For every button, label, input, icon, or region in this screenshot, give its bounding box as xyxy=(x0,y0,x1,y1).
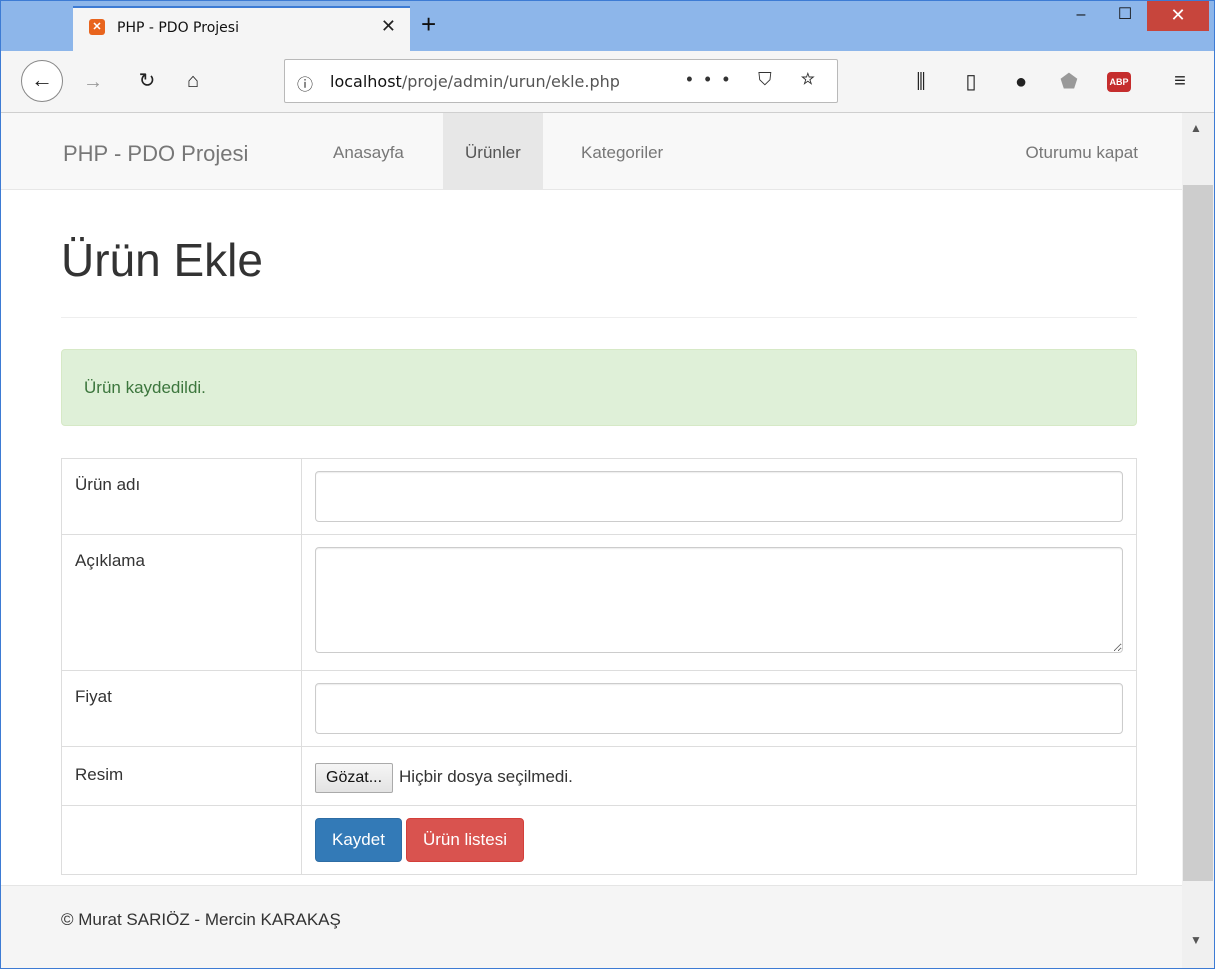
navigation-toolbar: ← → ↻ ⌂ ⓘ localhost/proje/admin/urun/ekl… xyxy=(1,51,1214,113)
name-label: Ürün adı xyxy=(61,458,302,535)
product-list-button[interactable]: Ürün listesi xyxy=(405,818,525,862)
success-alert: Ürün kaydedildi. xyxy=(61,349,1137,426)
logout-link[interactable]: Oturumu kapat xyxy=(1004,113,1160,189)
image-cell: Gözat... Hiçbir dosya seçilmedi. xyxy=(301,746,1137,806)
home-icon[interactable]: ⌂ xyxy=(179,69,207,93)
page-title: Ürün Ekle xyxy=(61,234,263,286)
name-cell xyxy=(301,458,1137,535)
description-cell xyxy=(301,534,1137,671)
price-label: Fiyat xyxy=(61,670,302,747)
footer: © Murat SARIÖZ - Mercin KARAKAŞ xyxy=(1,885,1182,968)
file-status: Hiçbir dosya seçilmedi. xyxy=(399,767,573,786)
page-actions-icon[interactable]: ••• ⛉ ☆ xyxy=(686,69,827,90)
shield-icon[interactable]: ⬟ xyxy=(1055,70,1083,94)
maximize-button[interactable]: ☐ xyxy=(1103,1,1147,31)
library-icon[interactable]: ⫼ xyxy=(907,70,935,94)
scroll-down-icon[interactable]: ▼ xyxy=(1190,933,1202,947)
price-input[interactable] xyxy=(315,683,1123,734)
url-host: localhost xyxy=(330,72,402,91)
title-bar: ✕ PHP - PDO Projesi ✕ + ‒ ☐ ✕ xyxy=(1,1,1214,51)
vertical-scrollbar[interactable]: ▲ ▼ xyxy=(1182,113,1214,968)
form-row-price: Fiyat xyxy=(61,670,1137,747)
footer-text: © Murat SARIÖZ - Mercin KARAKAŞ xyxy=(61,910,341,929)
minimize-button[interactable]: ‒ xyxy=(1059,1,1103,31)
close-window-button[interactable]: ✕ xyxy=(1147,1,1209,31)
save-button[interactable]: Kaydet xyxy=(315,818,402,862)
nav-item-anasayfa[interactable]: Anasayfa xyxy=(311,113,426,189)
reload-icon[interactable]: ↻ xyxy=(133,69,161,93)
product-form: Ürün adı Açıklama Fiyat Resim Gözat... Hi… xyxy=(61,458,1137,875)
nav-item-urunler[interactable]: Ürünler xyxy=(443,113,543,189)
browse-file-button[interactable]: Gözat... xyxy=(315,763,394,793)
xampp-favicon-icon: ✕ xyxy=(89,19,105,35)
browser-tab[interactable]: ✕ PHP - PDO Projesi ✕ xyxy=(73,6,410,51)
description-textarea[interactable] xyxy=(315,547,1123,653)
nav-item-kategoriler[interactable]: Kategoriler xyxy=(559,113,685,189)
info-icon[interactable]: ⓘ xyxy=(297,71,313,95)
brand-link[interactable]: PHP - PDO Projesi xyxy=(63,141,248,167)
price-cell xyxy=(301,670,1137,747)
forward-arrow-icon[interactable]: → xyxy=(79,70,107,94)
site-navbar: PHP - PDO Projesi Anasayfa Ürünler Kateg… xyxy=(1,113,1182,190)
back-arrow-icon[interactable]: ← xyxy=(21,60,63,102)
scroll-thumb[interactable] xyxy=(1183,185,1213,881)
actions-cell: Kaydet Ürün listesi xyxy=(301,805,1137,875)
menu-icon[interactable]: ≡ xyxy=(1166,69,1194,93)
url-path: /proje/admin/urun/ekle.php xyxy=(401,72,620,91)
image-label: Resim xyxy=(61,746,302,806)
url-text[interactable]: localhost/proje/admin/urun/ekle.php xyxy=(330,72,620,91)
form-row-image: Resim Gözat... Hiçbir dosya seçilmedi. xyxy=(61,746,1137,806)
tab-close-icon[interactable]: ✕ xyxy=(381,16,396,37)
form-row-description: Açıklama xyxy=(61,534,1137,671)
divider xyxy=(61,317,1137,318)
new-tab-button[interactable]: + xyxy=(421,11,436,37)
tab-title: PHP - PDO Projesi xyxy=(117,20,239,36)
page-content: PHP - PDO Projesi Anasayfa Ürünler Kateg… xyxy=(1,113,1182,968)
form-row-actions: Kaydet Ürün listesi xyxy=(61,805,1137,875)
description-label: Açıklama xyxy=(61,534,302,671)
form-row-name: Ürün adı xyxy=(61,458,1137,535)
address-bar[interactable]: ⓘ localhost/proje/admin/urun/ekle.php ••… xyxy=(284,59,838,103)
empty-cell xyxy=(61,805,302,875)
scroll-up-icon[interactable]: ▲ xyxy=(1190,121,1202,135)
browser-window: ✕ PHP - PDO Projesi ✕ + ‒ ☐ ✕ ← → ↻ ⌂ ⓘ … xyxy=(0,0,1215,969)
adblock-icon[interactable]: ABP xyxy=(1107,72,1131,92)
sidebar-icon[interactable]: ▯ xyxy=(957,70,985,94)
extension-icon[interactable]: ● xyxy=(1007,70,1035,94)
product-name-input[interactable] xyxy=(315,471,1123,522)
